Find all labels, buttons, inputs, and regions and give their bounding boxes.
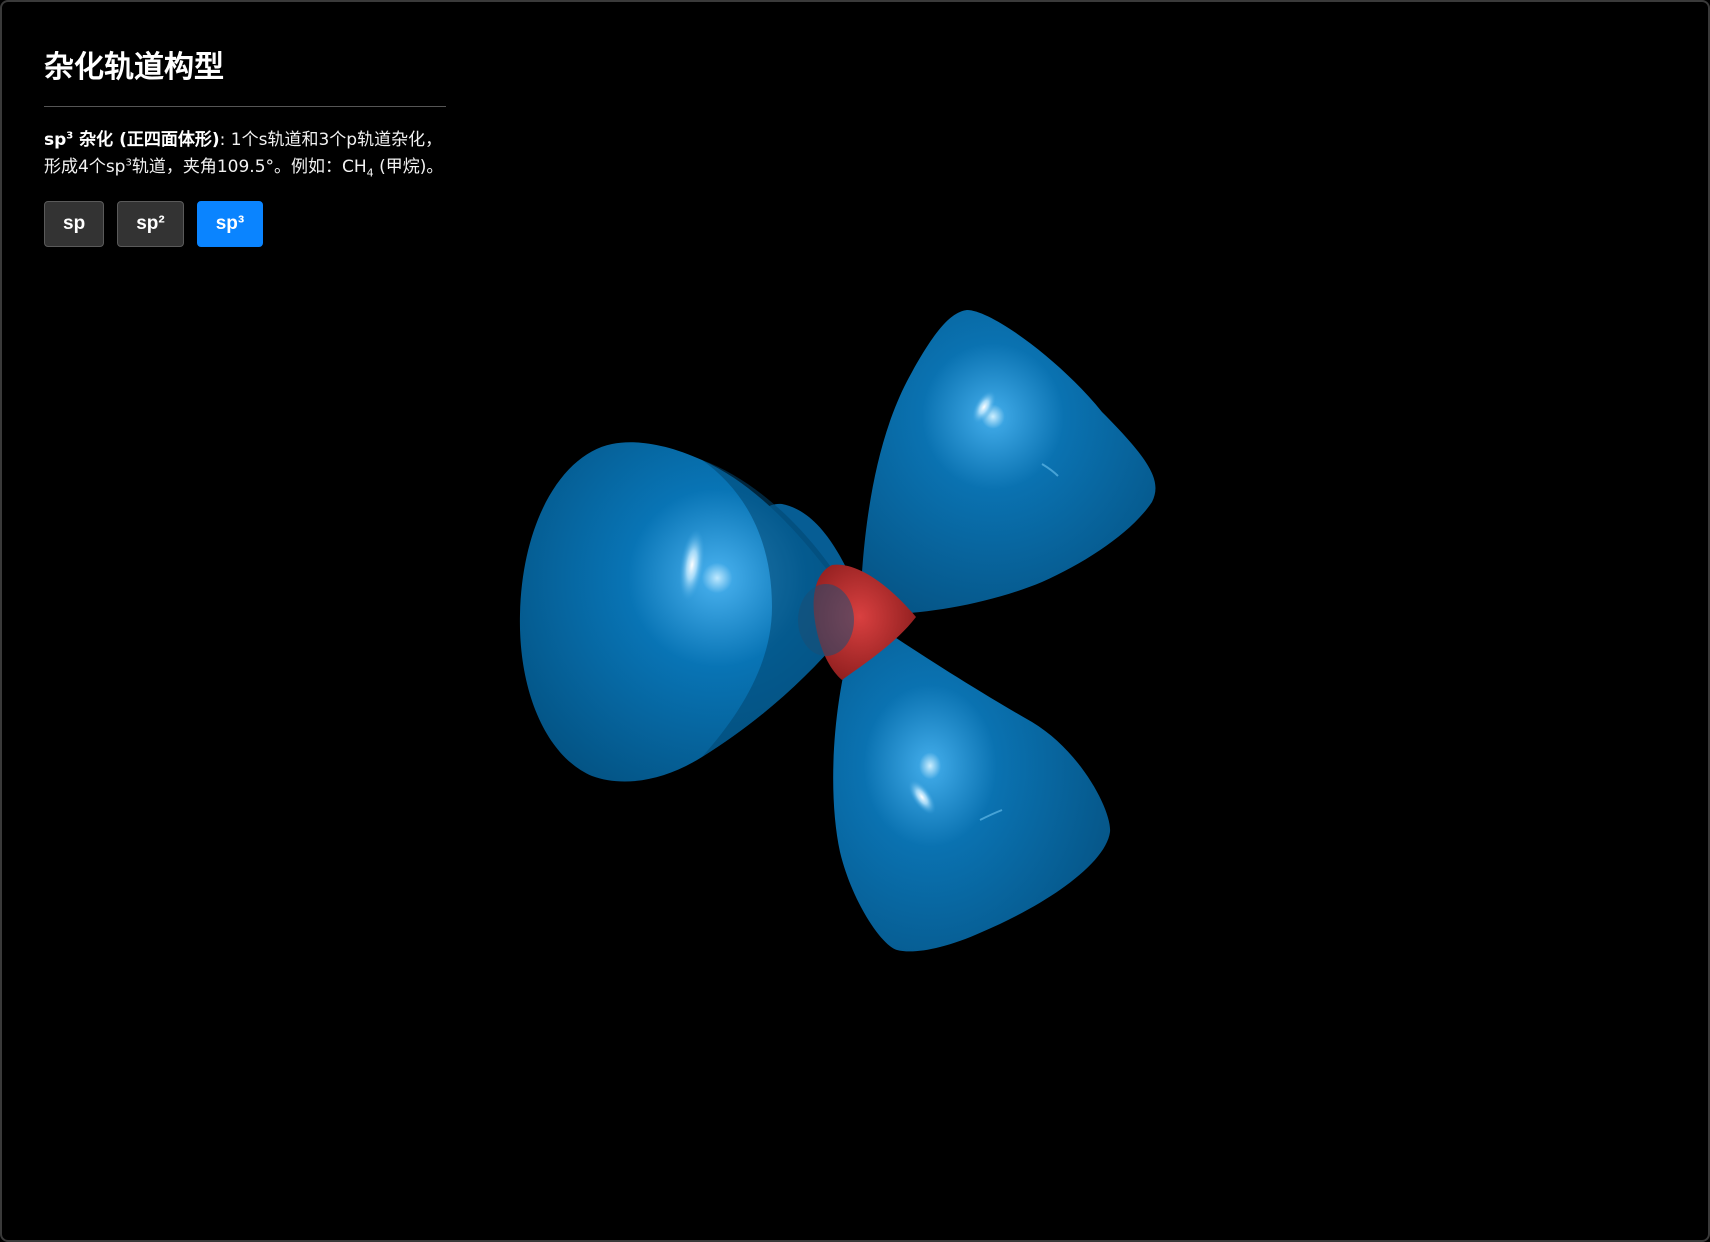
hybridization-description: sp3 杂化 (正四面体形): 1个s轨道和3个p轨道杂化，形成4个sp3轨道，…: [44, 130, 444, 180]
info-panel: 杂化轨道构型 sp3 杂化 (正四面体形): 1个s轨道和3个p轨道杂化，形成4…: [44, 42, 446, 247]
orbital-lobe-bottom-right: [833, 614, 1111, 952]
page-title: 杂化轨道构型: [44, 42, 446, 107]
hybridization-selector: sp sp² sp³: [44, 201, 446, 247]
app-window: 杂化轨道构型 sp3 杂化 (正四面体形): 1个s轨道和3个p轨道杂化，形成4…: [0, 0, 1710, 1242]
hybridization-term: sp3 杂化 (正四面体形): [44, 130, 220, 150]
sp-button[interactable]: sp: [44, 201, 105, 247]
sp3-button[interactable]: sp³: [196, 201, 264, 247]
sp2-button[interactable]: sp²: [117, 201, 184, 247]
orbital-lobe-top-right: [860, 310, 1156, 615]
